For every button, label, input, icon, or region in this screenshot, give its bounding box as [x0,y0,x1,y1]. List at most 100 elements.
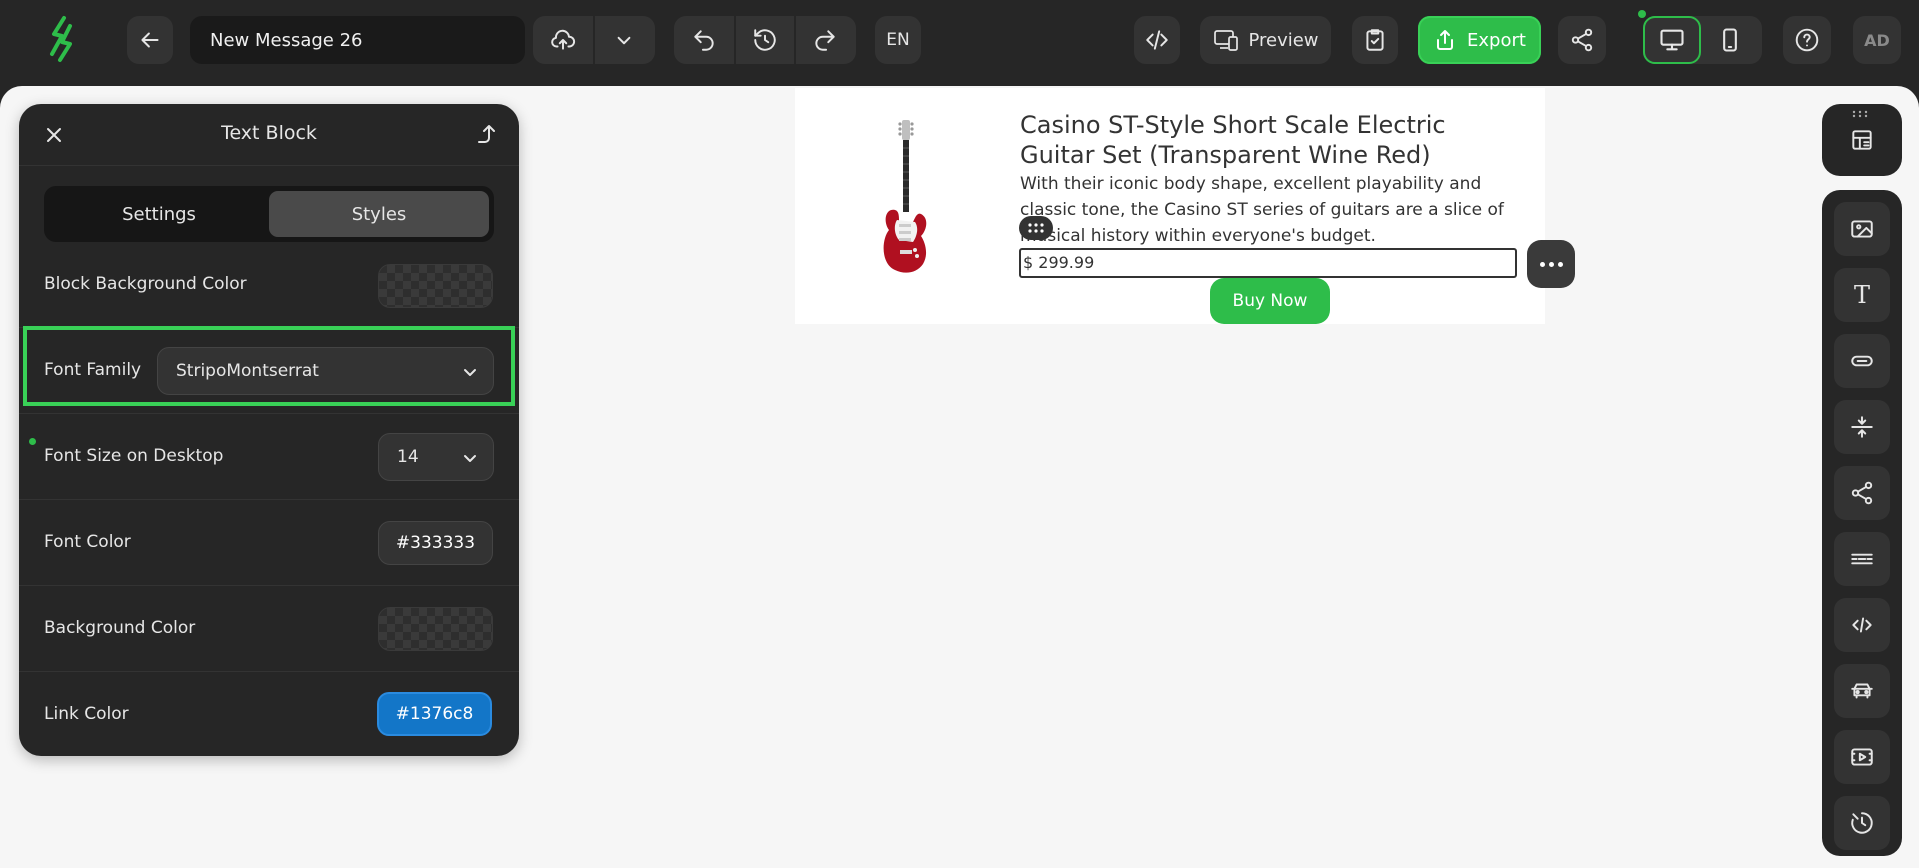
upload-button[interactable] [533,16,593,64]
image-block-button[interactable] [1834,202,1890,256]
clipboard-check-icon [1366,29,1384,51]
share-icon [1571,28,1593,52]
tab-settings[interactable]: Settings [49,191,269,237]
chevron-down-icon [464,455,476,462]
code-editor-button[interactable] [1134,16,1180,64]
link-color-picker[interactable]: #1376c8 [377,692,492,736]
back-button[interactable] [127,16,173,64]
status-dot [1638,10,1646,18]
drag-handle[interactable] [1019,216,1053,240]
carousel-icon [1851,683,1873,699]
block-background-color-row: Block Background Color [19,242,519,328]
button-block-button[interactable] [1834,334,1890,388]
language-label: EN [886,30,910,50]
more-dots-icon [1539,261,1545,267]
avatar-initials: AD [1864,30,1890,50]
language-button[interactable]: EN [875,16,921,64]
block-more-options-button[interactable] [1527,240,1575,288]
message-title-input[interactable] [190,16,525,64]
image-icon [1851,220,1873,238]
share-button[interactable] [1558,16,1606,64]
preview-label: Preview [1248,29,1319,51]
background-color-picker[interactable] [378,607,493,651]
font-size-select[interactable]: 14 [378,433,494,481]
test-checklist-button[interactable] [1352,16,1398,64]
font-size-value: 14 [397,447,419,467]
tab-styles[interactable]: Styles [269,191,489,237]
desktop-icon [1660,29,1684,51]
undo-icon [694,30,714,51]
product-title[interactable]: Casino ST-Style Short Scale Electric Gui… [1020,110,1520,170]
device-toggle-group [1643,16,1762,64]
history-icon [754,29,776,51]
grip-dots-icon [1028,223,1044,233]
background-color-label: Background Color [44,618,196,638]
link-color-label: Link Color [44,704,129,724]
stripo-logo-icon [50,16,72,62]
font-color-picker[interactable]: #333333 [378,521,493,565]
version-history-button[interactable] [734,16,794,64]
spacer-icon [1851,416,1873,438]
desktop-view-button[interactable] [1643,16,1701,64]
export-label: Export [1467,29,1526,51]
font-color-label: Font Color [44,532,131,552]
save-dropdown-button[interactable] [593,16,653,64]
history-group [674,16,856,64]
help-icon [1795,28,1819,52]
timer-block-button[interactable] [1834,796,1890,850]
structure-icon [1852,130,1872,150]
background-color-row: Background Color [19,586,519,672]
text-block-settings-panel: Text Block Settings Styles Block Backgro… [19,104,519,756]
export-button[interactable]: Export [1418,16,1541,64]
mobile-icon [1723,28,1737,52]
export-icon [1437,30,1454,50]
grip-icon [1852,110,1868,118]
video-icon [1851,748,1873,766]
user-avatar[interactable]: AD [1853,16,1901,64]
blocks-toolbar: T [1822,190,1902,856]
redo-button[interactable] [794,16,854,64]
chevron-down-icon [617,36,631,45]
undo-button[interactable] [674,16,734,64]
carousel-block-button[interactable] [1834,664,1890,718]
devices-icon [1214,30,1239,51]
text-icon: T [1853,281,1870,309]
menu-block-button[interactable] [1834,532,1890,586]
timer-icon [1851,812,1873,834]
html-icon [1852,617,1872,633]
panel-header: Text Block [19,104,519,166]
link-color-row: Link Color #1376c8 [19,672,519,756]
top-bar: EN Preview Export AD [0,0,1919,86]
button-icon [1851,355,1873,367]
select-parent-button[interactable] [473,122,499,148]
redo-icon [815,30,835,51]
text-block-button[interactable]: T [1834,268,1890,322]
spacer-block-button[interactable] [1834,400,1890,454]
block-background-color-label: Block Background Color [44,274,247,294]
mobile-view-button[interactable] [1701,16,1759,64]
code-icon [1146,30,1168,50]
font-color-row: Font Color #333333 [19,500,519,586]
price-text-block[interactable]: $ 299.99 [1019,248,1517,278]
video-block-button[interactable] [1834,730,1890,784]
preview-button[interactable]: Preview [1200,16,1331,64]
arrow-left-icon [141,32,159,48]
arrow-up-right-icon [478,125,495,143]
help-button[interactable] [1783,16,1831,64]
cloud-upload-icon [551,29,576,50]
email-product-block[interactable]: Casino ST-Style Short Scale Electric Gui… [795,88,1575,324]
html-block-button[interactable] [1834,598,1890,652]
panel-tabs: Settings Styles [44,186,494,242]
guitar-image[interactable] [875,118,935,278]
social-icon [1851,481,1873,505]
panel-title: Text Block [221,122,317,144]
social-block-button[interactable] [1834,466,1890,520]
save-group [533,16,655,64]
menu-icon [1851,553,1873,565]
block-background-color-picker[interactable] [378,264,493,308]
structures-panel-button[interactable] [1822,104,1902,176]
product-description[interactable]: With their iconic body shape, excellent … [1020,171,1530,249]
buy-now-button[interactable]: Buy Now [1210,278,1330,324]
font-size-label: Font Size on Desktop [44,446,224,466]
font-family-highlight [23,326,515,406]
